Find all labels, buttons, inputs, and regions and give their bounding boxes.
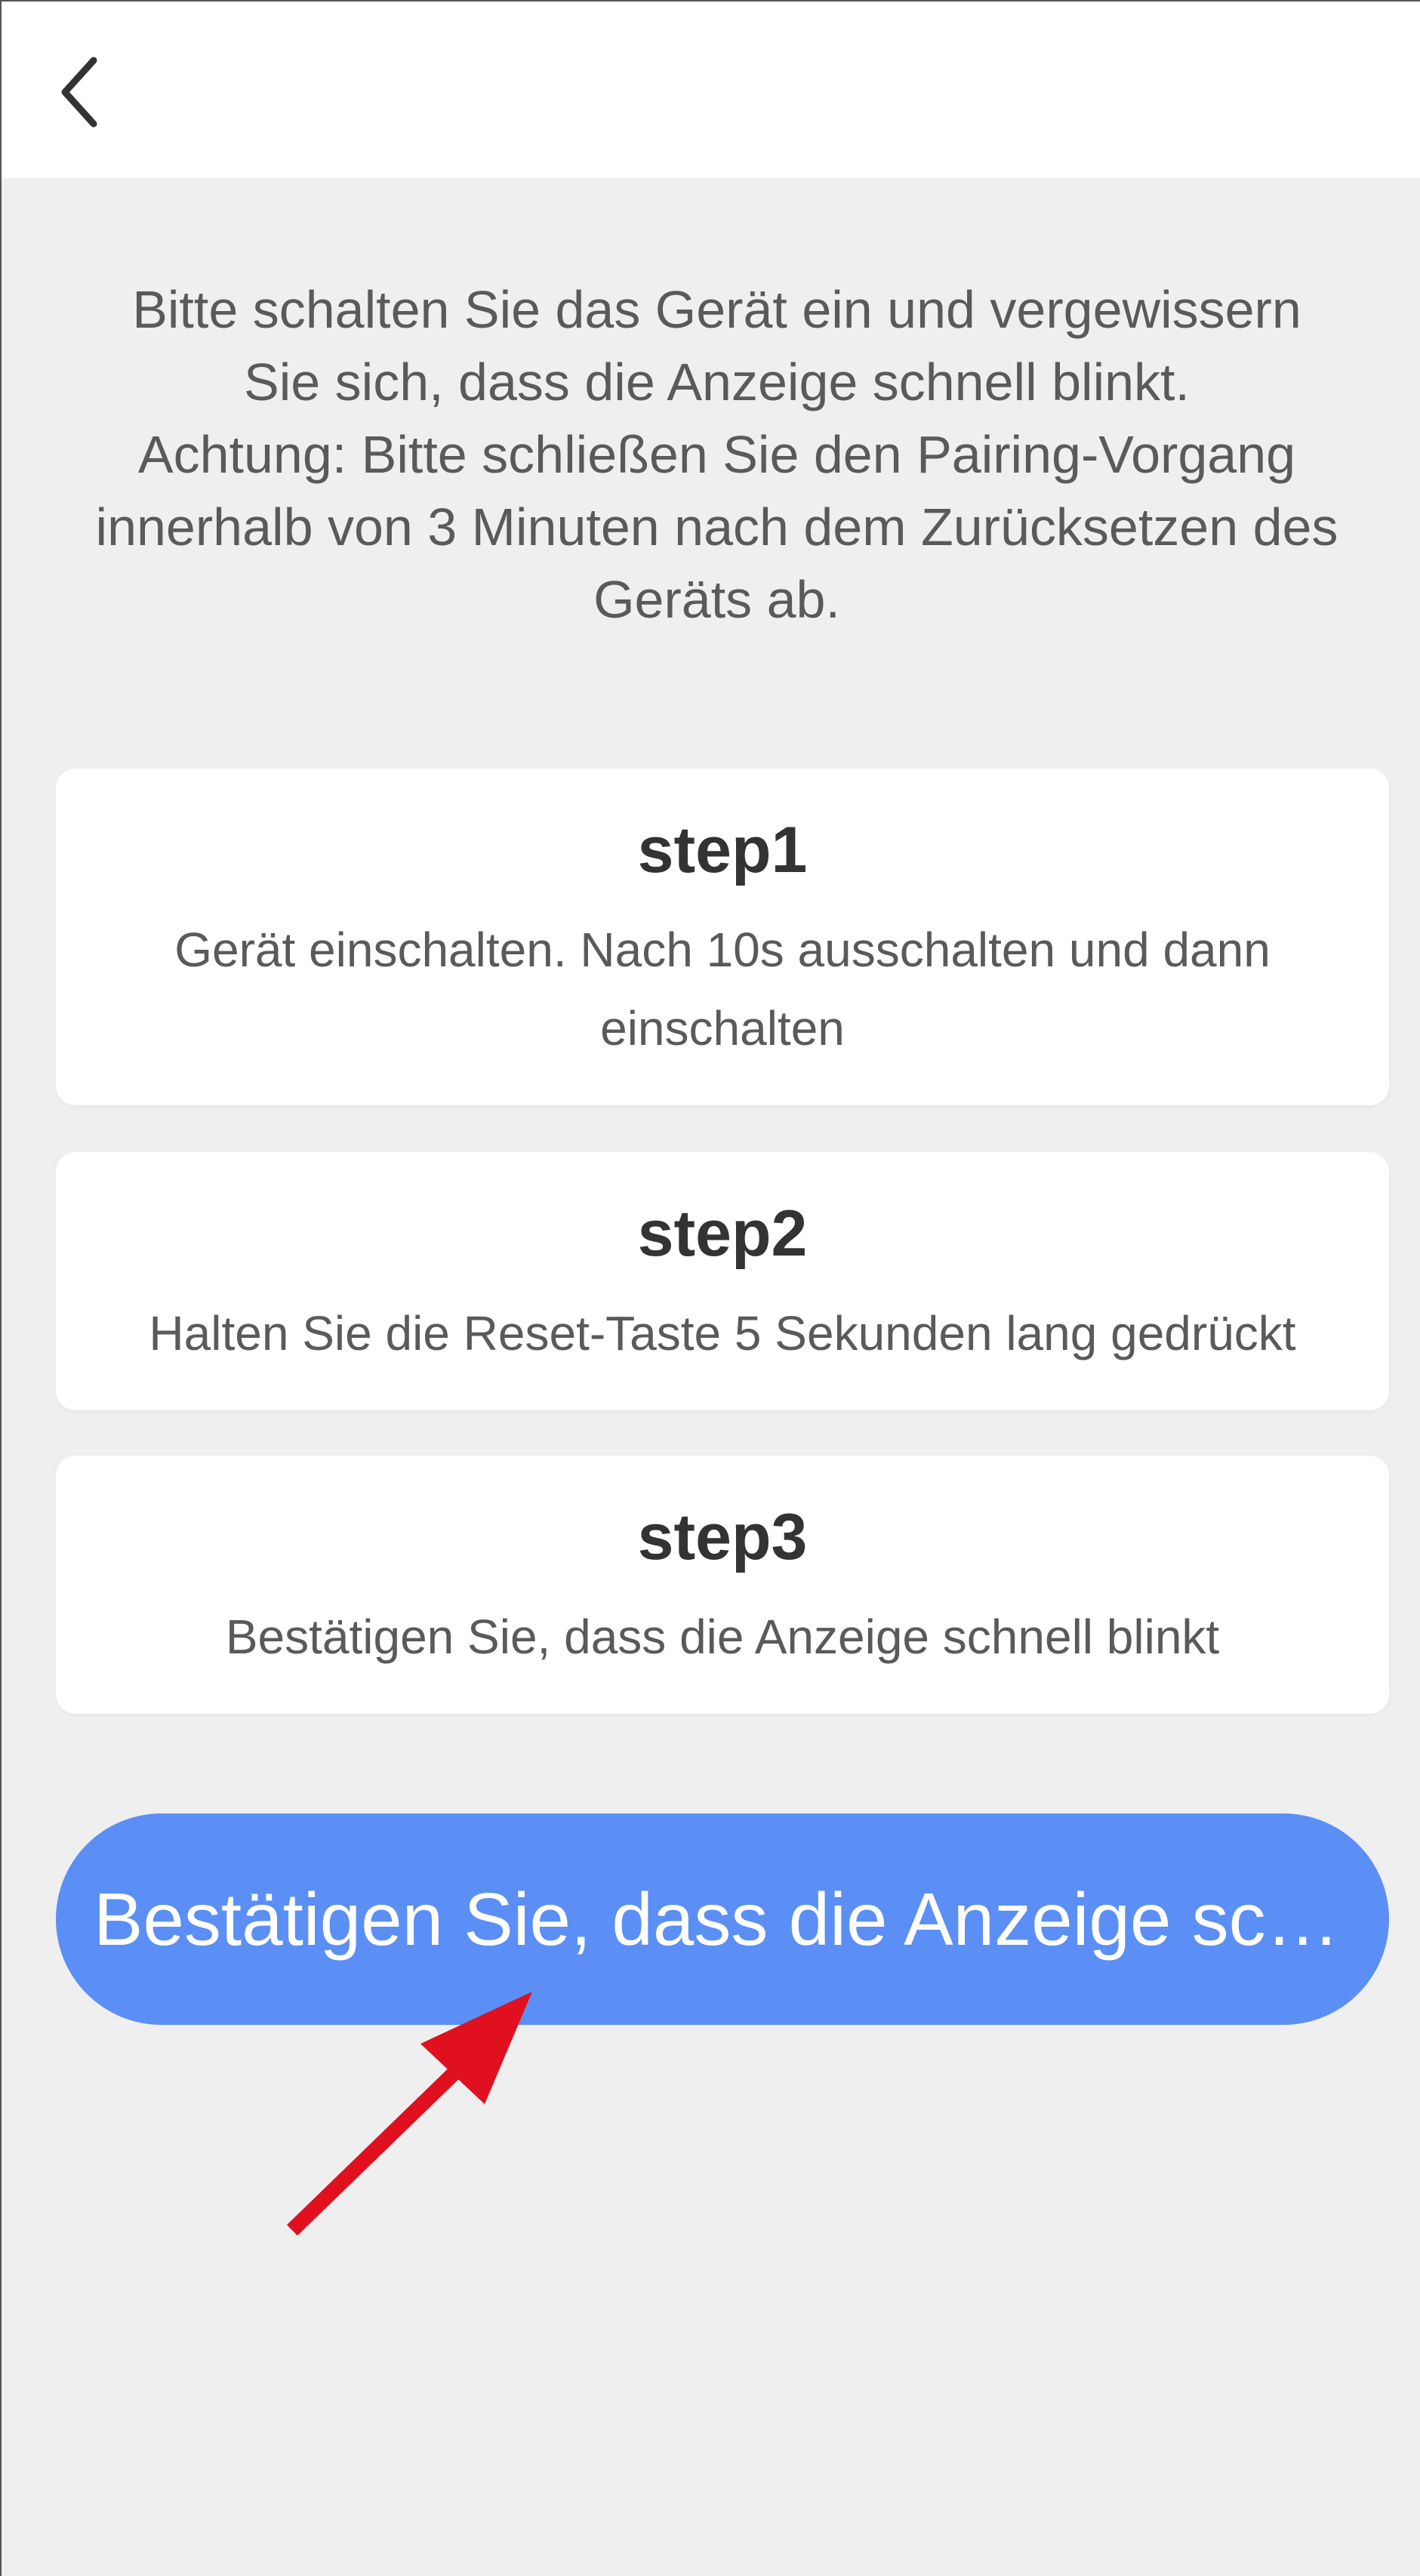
instructions-line-1: Bitte schalten Sie das Gerät ein und ver… xyxy=(132,280,1301,411)
step-description: Halten Sie die Reset-Taste 5 Sekunden la… xyxy=(149,1306,1296,1360)
confirm-button[interactable]: Bestätigen Sie, dass die Anzeige schnell… xyxy=(56,1813,1389,2025)
pairing-screen: Bitte schalten Sie das Gerät ein und ver… xyxy=(0,0,1420,2576)
step-title: step3 xyxy=(637,1501,808,1573)
chevron-left-icon xyxy=(61,57,97,128)
step-description: Gerät einschalten. Nach 10s ausschalten … xyxy=(174,923,1271,1055)
step-title: step1 xyxy=(637,814,808,886)
top-bar xyxy=(2,2,1420,178)
step-card-3: step3 Bestätigen Sie, dass die Anzeige s… xyxy=(56,1456,1389,1714)
step-title: step2 xyxy=(637,1197,808,1270)
instructions-text: Bitte schalten Sie das Gerät ein und ver… xyxy=(92,273,1341,636)
step-card-2: step2 Halten Sie die Reset-Taste 5 Sekun… xyxy=(56,1152,1389,1410)
step-description: Bestätigen Sie, dass die Anzeige schnell… xyxy=(225,1610,1220,1664)
instructions-line-2: Achtung: Bitte schließen Sie den Pairing… xyxy=(95,425,1338,629)
back-button[interactable] xyxy=(56,47,139,137)
step-card-1: step1 Gerät einschalten. Nach 10s aussch… xyxy=(56,769,1389,1105)
